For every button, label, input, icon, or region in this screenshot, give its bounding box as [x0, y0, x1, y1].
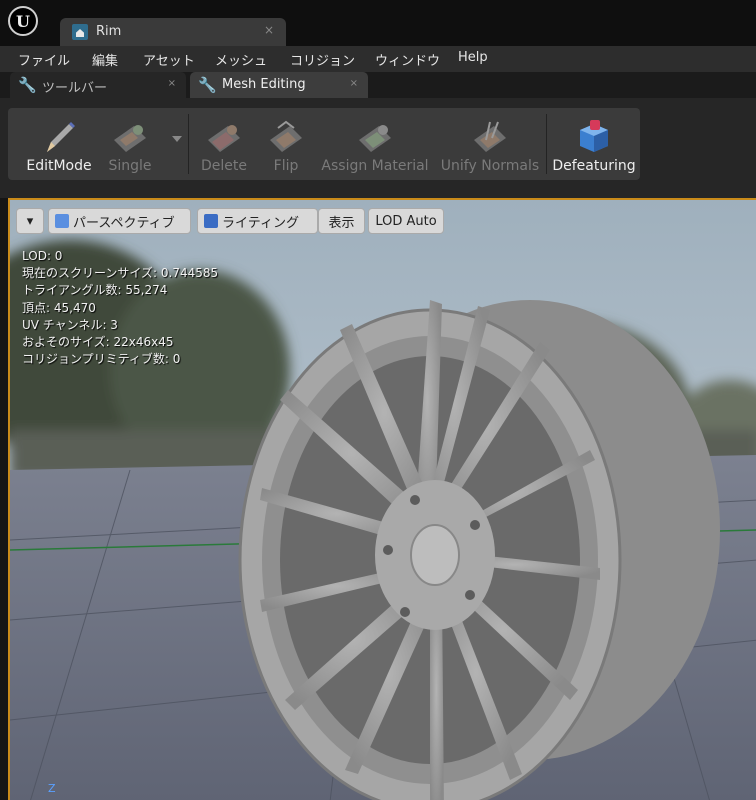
stat-approx-size: およそのサイズ: 22x46x45: [22, 335, 174, 350]
editmode-label: EditMode: [26, 158, 92, 174]
toolbar-panel: EditMode Single Delete Flip Assign Mater…: [8, 108, 640, 180]
defeaturing-icon: [580, 120, 608, 152]
close-tab-icon[interactable]: ×: [350, 78, 358, 89]
menu-asset[interactable]: アセット: [143, 50, 195, 69]
chevron-down-icon[interactable]: [172, 136, 182, 142]
menu-edit[interactable]: 編集: [92, 50, 118, 69]
mesh-stats-overlay: LOD: 0 現在のスクリーンサイズ: 0.744585 トライアングル数: 5…: [22, 248, 218, 368]
menu-help[interactable]: Help: [458, 50, 488, 65]
stat-uv-channels: UV チャンネル: 3: [22, 317, 118, 332]
editmode-button[interactable]: EditMode: [18, 108, 100, 180]
defeaturing-button[interactable]: Defeaturing: [550, 108, 638, 180]
tab-toolbar-label: ツールバー: [42, 81, 108, 96]
wrench-icon: 🔧: [18, 76, 37, 94]
stat-screen-size: 現在のスクリーンサイズ: 0.744585: [22, 266, 219, 281]
tab-toolbar[interactable]: 🔧 ツールバー ×: [10, 72, 186, 98]
flip-button[interactable]: Flip: [254, 108, 318, 180]
flip-icon: [270, 120, 302, 152]
delete-button[interactable]: Delete: [192, 108, 256, 180]
pencil-icon: [47, 122, 75, 152]
perspective-camera-icon: [55, 214, 69, 228]
asset-tab-rim[interactable]: Rim ×: [60, 18, 286, 46]
axis-indicator-z: Z: [48, 782, 56, 795]
lit-sphere-icon: [204, 214, 218, 228]
assign-material-label: Assign Material: [321, 158, 429, 174]
delete-label: Delete: [201, 158, 247, 174]
stat-collision-primitives: コリジョンプリミティブ数: 0: [22, 352, 181, 367]
tab-mesh-editing-label: Mesh Editing: [222, 77, 306, 92]
chevron-down-icon: ▾: [26, 213, 34, 229]
title-bar: U Rim ×: [0, 0, 756, 46]
wrench-icon: 🔧: [198, 76, 217, 94]
assign-material-button[interactable]: Assign Material: [320, 108, 430, 180]
menu-file[interactable]: ファイル: [18, 50, 70, 69]
assign-material-icon: [359, 125, 391, 152]
tab-mesh-editing[interactable]: 🔧 Mesh Editing ×: [190, 72, 368, 98]
unify-normals-label: Unify Normals: [440, 158, 540, 174]
lod-button[interactable]: LOD Auto: [368, 208, 444, 234]
perspective-label: パースペクティブ: [73, 215, 175, 231]
select-single-icon: [114, 125, 146, 152]
lighting-label: ライティング: [222, 215, 299, 231]
lod-label: LOD Auto: [375, 213, 437, 229]
menu-mesh[interactable]: メッシュ: [215, 50, 267, 69]
static-mesh-viewport[interactable]: ▾ パースペクティブ ライティング 表示 LOD Auto LOD: 0 現在の…: [8, 198, 756, 800]
unify-normals-icon: [474, 121, 506, 152]
unify-normals-button[interactable]: Unify Normals: [440, 108, 540, 180]
menu-bar: ファイル 編集 アセット メッシュ コリジョン ウィンドウ Help: [0, 46, 756, 72]
select-single-button[interactable]: Single: [98, 108, 162, 180]
perspective-button[interactable]: パースペクティブ: [48, 208, 191, 234]
viewport-options-button[interactable]: ▾: [16, 208, 44, 234]
asset-tab-label: Rim: [96, 24, 122, 39]
menu-collision[interactable]: コリジョン: [290, 50, 355, 69]
panel-tab-row: 🔧 ツールバー × 🔧 Mesh Editing ×: [0, 72, 756, 98]
lighting-button[interactable]: ライティング: [197, 208, 318, 234]
close-tab-icon[interactable]: ×: [264, 23, 274, 37]
delete-icon: [208, 125, 240, 152]
flip-label: Flip: [273, 158, 299, 174]
toolbar-separator: [546, 114, 547, 174]
stat-lod: LOD: 0: [22, 249, 63, 263]
stat-vertices: 頂点: 45,470: [22, 300, 96, 315]
mesh-editing-toolbar: EditMode Single Delete Flip Assign Mater…: [0, 98, 756, 198]
toolbar-separator: [188, 114, 189, 174]
close-tab-icon[interactable]: ×: [168, 78, 176, 89]
static-mesh-icon: [72, 24, 88, 40]
defeaturing-label: Defeaturing: [552, 158, 636, 174]
menu-window[interactable]: ウィンドウ: [375, 50, 440, 69]
select-single-label: Single: [108, 158, 152, 174]
unreal-logo[interactable]: U: [8, 6, 38, 36]
show-label: 表示: [328, 215, 355, 231]
show-button[interactable]: 表示: [318, 208, 365, 234]
stat-triangles: トライアングル数: 55,274: [22, 283, 168, 298]
